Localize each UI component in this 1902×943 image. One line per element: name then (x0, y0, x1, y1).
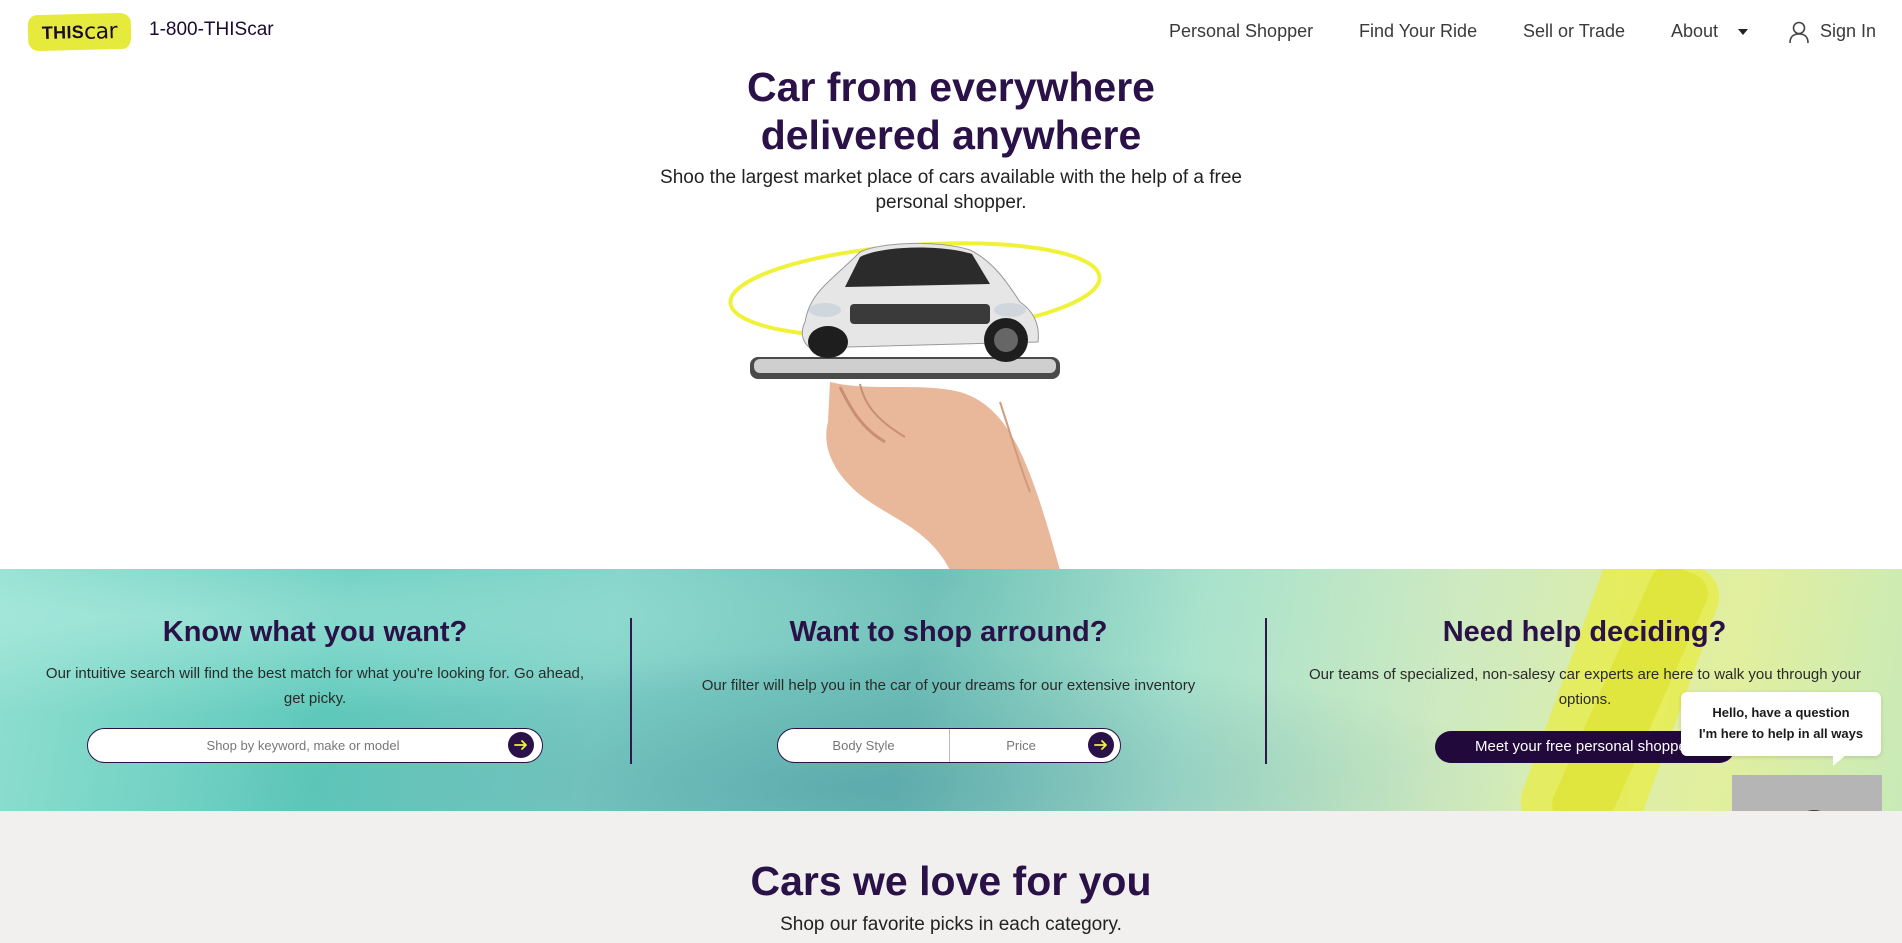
hero-title-line2: delivered anywhere (760, 112, 1142, 158)
page: { "header": { "logo": { "this": "THIS", … (0, 0, 1902, 943)
phone-link[interactable]: 1-800-THIScar (149, 19, 274, 41)
shop-title: Want to shop arround? (789, 616, 1108, 648)
logo-this-text: THIS (41, 21, 85, 43)
know-text-line2: get picky. (283, 690, 347, 707)
thiscar-logo[interactable]: THIS car (27, 12, 132, 52)
filter-submit-button[interactable] (1088, 732, 1114, 758)
help-text-line1: Our teams of specialized, non-salesy car… (1309, 666, 1861, 683)
shop-text: Our filter will help you in the car of y… (701, 677, 1196, 694)
nav-personal-shopper[interactable]: Personal Shopper (1169, 21, 1313, 42)
hero-car-on-phone-image (728, 241, 1102, 570)
help-title: Need help deciding? (1442, 616, 1727, 648)
hero-title-line1: Car from everywhere (747, 64, 1155, 110)
body-style-select[interactable]: Body Style (778, 729, 949, 762)
know-text-line1: Our intuitive search will find the best … (45, 665, 585, 682)
hero-title: Car from everywhere delivered anywhere (0, 63, 1902, 159)
chat-bubble[interactable]: Hello, have a question I'm here to help … (1681, 692, 1881, 766)
keyword-search-submit-button[interactable] (508, 732, 534, 758)
arrow-right-icon (514, 740, 527, 750)
chat-line2: I'm here to help in all ways (1698, 726, 1864, 741)
chat-line1: Hello, have a question (1712, 705, 1850, 720)
favorites-title: Cars we love for you (750, 858, 1152, 904)
hero-subtitle-line2: personal shopper. (875, 192, 1027, 213)
hero-subtitle-line1: Shoo the largest market place of cars av… (660, 167, 1242, 188)
know-title: Know what you want? (162, 616, 468, 648)
nav-find-your-ride[interactable]: Find Your Ride (1359, 21, 1477, 42)
hero-subtitle: Shoo the largest market place of cars av… (620, 165, 1282, 215)
site-header: THIS car 1-800-THIScar Personal Shopper F… (0, 0, 1902, 64)
arrow-right-icon (1094, 740, 1107, 750)
caret-down-icon[interactable] (1738, 29, 1748, 35)
know-text: Our intuitive search will find the best … (20, 661, 610, 711)
keyword-search-input[interactable] (108, 730, 498, 761)
nav-about[interactable]: About (1671, 21, 1718, 42)
logo-car-text: car (83, 18, 118, 45)
keyword-search-box (87, 728, 543, 763)
favorites-subtitle: Shop our favorite picks in each category… (780, 914, 1122, 935)
sign-in-link[interactable]: Sign In (1820, 21, 1876, 42)
filter-box: Body Style Price (777, 728, 1121, 763)
nav-sell-or-trade[interactable]: Sell or Trade (1523, 21, 1625, 42)
price-select[interactable]: Price (950, 729, 1092, 762)
user-icon[interactable] (1788, 20, 1810, 44)
